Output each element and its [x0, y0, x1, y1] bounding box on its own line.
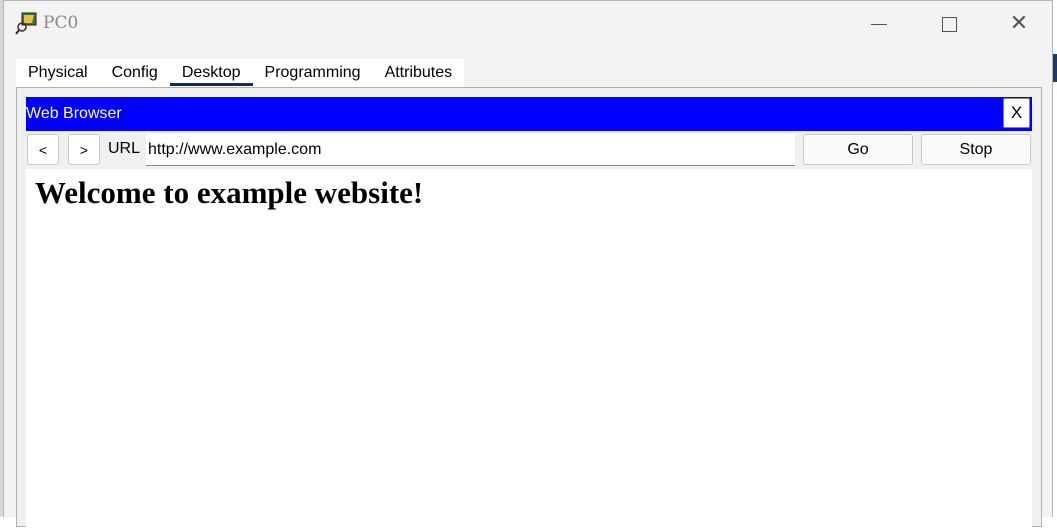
close-window-button[interactable]: ✕ [984, 1, 1054, 47]
url-input[interactable] [146, 134, 795, 166]
maximize-icon [941, 16, 957, 32]
url-label: URL [108, 140, 141, 157]
back-button[interactable]: < [27, 134, 59, 165]
title-bar: PC0 ✕ [4, 1, 1052, 47]
close-icon: ✕ [1009, 11, 1029, 36]
tab-bar: Physical Config Desktop Programming Attr… [16, 59, 465, 87]
app-window: PC0 ✕ Physical Config Desktop Programmin… [3, 0, 1053, 529]
maximize-button[interactable] [914, 1, 984, 47]
browser-content: Welcome to example website! [26, 169, 1032, 529]
page-heading: Welcome to example website! [35, 175, 424, 210]
web-browser-title: Web Browser [26, 105, 122, 122]
browser-toolbar: < > URL Go Stop [26, 133, 1032, 167]
forward-button[interactable]: > [68, 134, 100, 165]
window-title: PC0 [43, 13, 79, 33]
web-browser-close-button[interactable]: X [1003, 98, 1030, 128]
tab-programming[interactable]: Programming [253, 59, 373, 87]
tab-attributes[interactable]: Attributes [373, 59, 465, 87]
minimize-button[interactable] [844, 1, 914, 47]
app-icon [15, 12, 37, 35]
tab-desktop[interactable]: Desktop [169, 59, 253, 87]
desktop-edge-right [1053, 54, 1057, 82]
go-button[interactable]: Go [803, 134, 913, 165]
web-browser-header: Web Browser X [26, 97, 1032, 131]
tab-physical[interactable]: Physical [16, 59, 100, 87]
stop-button[interactable]: Stop [921, 134, 1031, 165]
desktop-panel: Web Browser X < > URL Go Stop Welcome to… [16, 87, 1042, 529]
tab-config[interactable]: Config [100, 59, 170, 87]
minimize-icon [871, 23, 887, 25]
